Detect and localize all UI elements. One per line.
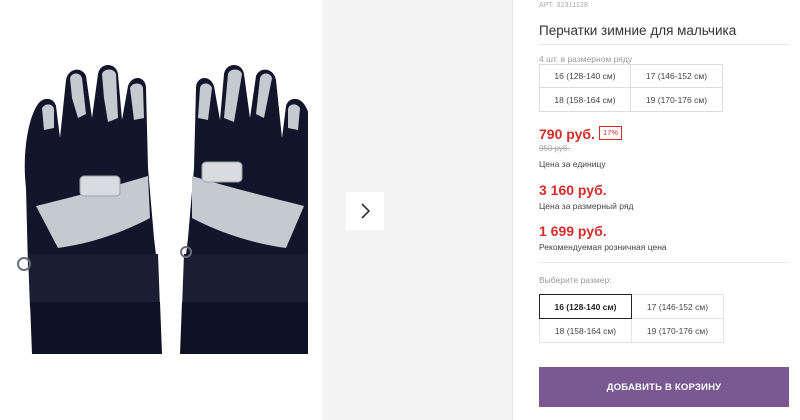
set-price-label: Цена за размерный ряд: [539, 201, 634, 211]
size-picker: 16 (128-140 см) 17 (146-152 см) 18 (158-…: [539, 294, 724, 343]
size-option[interactable]: 17 (146-152 см): [631, 294, 724, 319]
product-info-panel: АРТ. 32311128 Перчатки зимние для мальчи…: [512, 0, 800, 420]
set-price: 3 160 руб.: [539, 182, 607, 198]
pack-size-cell: 16 (128-140 см): [540, 65, 631, 88]
product-gallery: [0, 0, 512, 420]
retail-price-label: Рекомендуемая розничная цена: [539, 242, 667, 252]
gloves-image: [17, 65, 308, 354]
next-image-button[interactable]: [346, 192, 384, 230]
product-photo[interactable]: [0, 0, 322, 420]
divider: [539, 44, 789, 45]
pack-size-cell: 17 (146-152 см): [631, 65, 722, 88]
retail-price: 1 699 руб.: [539, 223, 607, 239]
product-title: Перчатки зимние для мальчика: [539, 23, 737, 38]
pack-note: 4 шт. в размерном ряду: [539, 54, 633, 64]
size-option[interactable]: 19 (170-176 см): [631, 318, 724, 343]
discount-badge: 17%: [599, 126, 623, 140]
left-glove: [17, 65, 162, 354]
pack-size-cell: 18 (158-164 см): [540, 88, 631, 111]
chevron-right-icon: [361, 203, 371, 219]
pack-size-cell: 19 (170-176 см): [645, 94, 708, 105]
unit-price-label: Цена за единицу: [539, 159, 606, 169]
unit-price: 790 руб.: [539, 126, 595, 142]
product-sku: АРТ. 32311128: [539, 2, 589, 9]
add-to-cart-button[interactable]: ДОБАВИТЬ В КОРЗИНУ: [539, 367, 789, 407]
size-option[interactable]: 16 (128-140 см): [539, 294, 632, 319]
size-option[interactable]: 18 (158-164 см): [539, 318, 632, 343]
divider: [539, 262, 789, 263]
right-glove: [180, 65, 308, 354]
pack-size-table: 16 (128-140 см) 17 (146-152 см) 18 (158-…: [539, 64, 723, 112]
size-picker-label: Выберите размер:: [539, 275, 612, 285]
old-price: 950 руб.: [539, 144, 570, 153]
